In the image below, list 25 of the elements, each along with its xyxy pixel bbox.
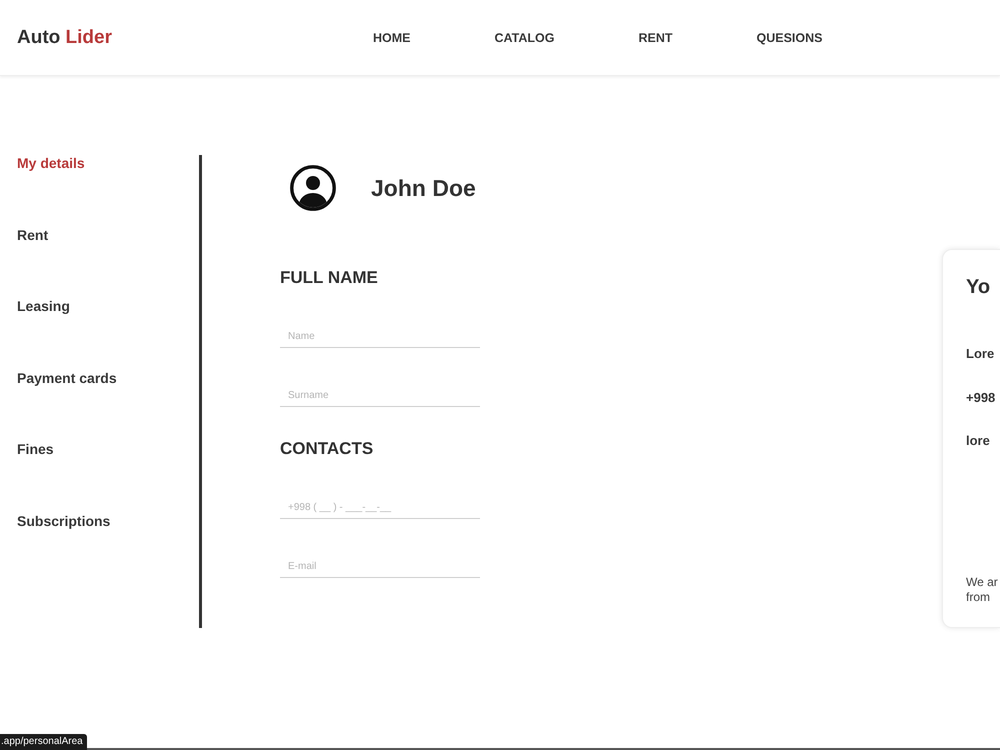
section-heading: CONTACTS bbox=[280, 439, 374, 459]
card-text: Lore bbox=[966, 346, 994, 362]
sidebar-item[interactable]: My details bbox=[17, 155, 85, 172]
user-avatar-icon bbox=[290, 165, 336, 211]
user-name: John Doe bbox=[371, 174, 476, 202]
input-field[interactable]: Name bbox=[280, 318, 480, 348]
sidebar-item[interactable]: Subscriptions bbox=[17, 512, 110, 530]
nav-link[interactable]: RENT bbox=[638, 30, 672, 44]
nav-link[interactable]: QUESIONS bbox=[756, 30, 822, 44]
input-field[interactable]: E-mail bbox=[280, 548, 480, 578]
nav-link[interactable]: HOME bbox=[373, 30, 410, 44]
input-field[interactable]: +998 ( __ ) - ___-__-__ bbox=[280, 489, 480, 519]
site-logo[interactable]: Auto Lider bbox=[17, 26, 112, 48]
nav-link[interactable]: CATALOG bbox=[494, 30, 554, 44]
status-url-tooltip: .app/personalArea bbox=[0, 734, 87, 750]
sidebar-item[interactable]: Fines bbox=[17, 441, 54, 458]
card-text: lore bbox=[966, 433, 990, 449]
card-footer-text: We ar from bbox=[966, 575, 998, 605]
card-title: Yo bbox=[966, 275, 990, 299]
card-text: +998 bbox=[966, 390, 996, 406]
sidebar-item[interactable]: Payment cards bbox=[17, 370, 117, 386]
sidebar-item[interactable]: Leasing bbox=[17, 298, 70, 315]
sidebar-item[interactable]: Rent bbox=[17, 226, 48, 244]
section-heading: FULL NAME bbox=[280, 268, 378, 288]
input-field[interactable]: Surname bbox=[280, 377, 480, 407]
